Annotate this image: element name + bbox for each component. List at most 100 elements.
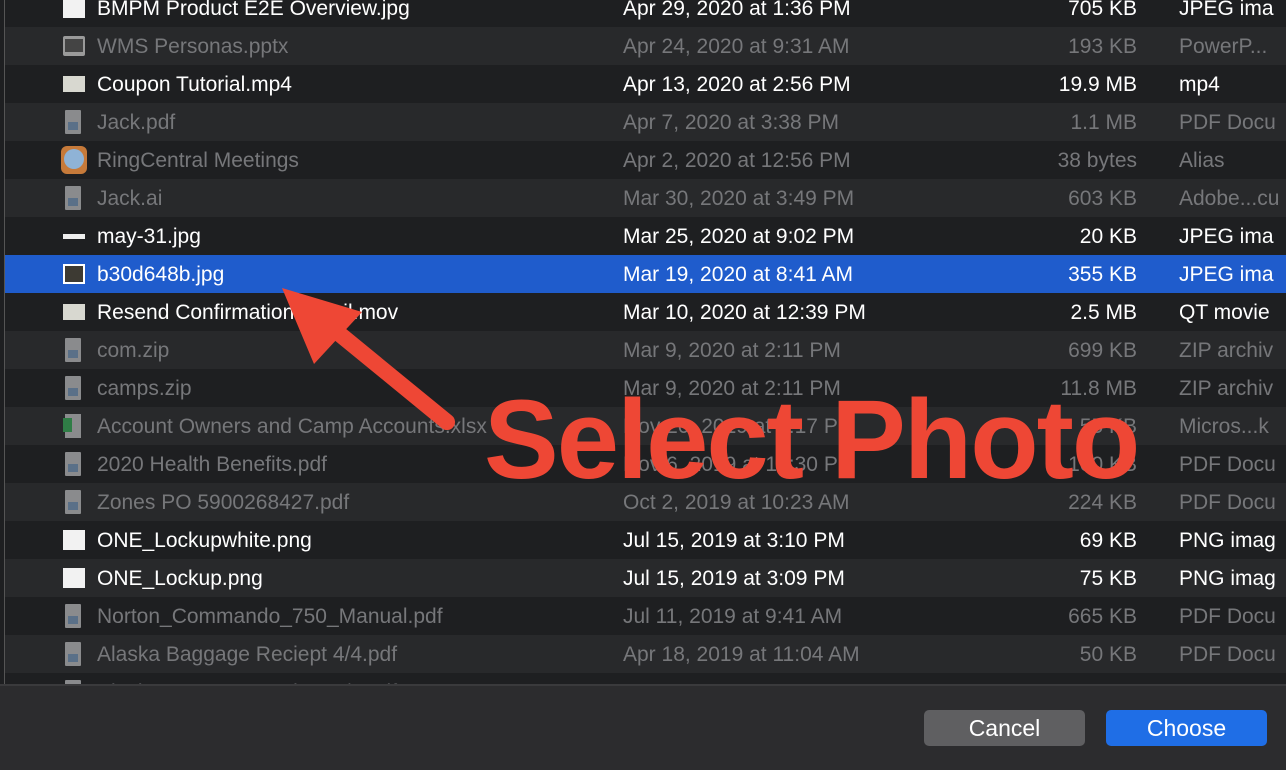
file-size: 603 KB (1068, 187, 1137, 210)
file-row: Jack.ai Mar 30, 2020 at 3:49 PM 603 KB Adob… (5, 179, 1286, 217)
file-name: Jack.pdf (97, 111, 176, 134)
cancel-button[interactable]: Cancel (924, 710, 1085, 746)
image-thumbnail-icon (59, 566, 87, 590)
file-size: 2.5 MB (1070, 301, 1137, 324)
pdf-document-icon (59, 490, 87, 514)
file-date-modified: Apr 7, 2020 at 3:38 PM (623, 111, 839, 134)
file-row: Alaska Baggage Reciept 1/2.pdfApr 18, 20… (5, 673, 1286, 684)
file-name: Account Owners and Camp Accounts.xlsx (97, 415, 487, 438)
file-row: WMS Personas.pptx Apr 24, 2020 at 9:31 AM… (5, 27, 1286, 65)
file-size: 19.9 MB (1058, 73, 1137, 96)
file-kind: PDF Docu (1179, 643, 1276, 666)
file-row[interactable]: Resend Confirmation Email.mov Mar 10, 202… (5, 293, 1286, 331)
file-name: may-31.jpg (97, 225, 201, 248)
file-row-selected[interactable]: b30d648b.jpg Mar 19, 2020 at 8:41 AM 355 K… (5, 255, 1286, 293)
file-date-modified: Apr 24, 2020 at 9:31 AM (623, 35, 850, 58)
file-date-modified: Mar 30, 2020 at 3:49 PM (623, 187, 855, 210)
image-thumbnail-icon (59, 528, 87, 552)
video-thumbnail-icon (59, 72, 87, 96)
file-name: ONE_Lockupwhite.png (97, 529, 312, 552)
file-date-modified: Apr 29, 2020 at 1:36 PM (623, 0, 851, 20)
pdf-document-icon (59, 110, 87, 134)
file-size: 20 KB (1079, 225, 1137, 248)
file-kind: Adobe...cu (1179, 187, 1280, 210)
file-kind: PDF Docu (1179, 453, 1276, 476)
photo-thumbnail-icon (59, 262, 87, 286)
file-date-modified: Mar 25, 2020 at 9:02 PM (623, 225, 855, 248)
file-row[interactable]: ONE_Lockupwhite.png Jul 15, 2019 at 3:10 … (5, 521, 1286, 559)
pdf-document-icon (59, 452, 87, 476)
file-kind: PDF Docu (1179, 111, 1276, 134)
file-row: Jack.pdf Apr 7, 2020 at 3:38 PM 1.1 MB PDF … (5, 103, 1286, 141)
file-kind: PDF Docu (1179, 491, 1276, 514)
file-kind: PNG imag (1179, 567, 1276, 590)
file-row: Norton_Commando_750_Manual.pdf Jul 11, 20… (5, 597, 1286, 635)
file-size: 38 bytes (1057, 149, 1137, 172)
file-name: ONE_Lockup.png (97, 567, 263, 590)
file-kind: PDF Docu (1179, 605, 1276, 628)
presentation-icon (59, 34, 87, 58)
file-size: 1.1 MB (1070, 111, 1137, 134)
pdf-document-icon (59, 604, 87, 628)
file-name: Coupon Tutorial.mp4 (97, 73, 292, 96)
file-size: 665 KB (1068, 605, 1137, 628)
file-row[interactable]: Coupon Tutorial.mp4 Apr 13, 2020 at 2:56 … (5, 65, 1286, 103)
file-date-modified: Apr 13, 2020 at 2:56 PM (623, 73, 851, 96)
file-name: Resend Confirmation Email.mov (97, 301, 399, 324)
file-kind: mp4 (1179, 73, 1220, 96)
zip-archive-icon (59, 376, 87, 400)
file-row: RingCentral Meetings Apr 2, 2020 at 12:56… (5, 141, 1286, 179)
file-kind: ZIP archiv (1179, 377, 1274, 400)
file-row: com.zip Mar 9, 2020 at 2:11 PM 699 KB ZIP a… (5, 331, 1286, 369)
file-name: camps.zip (97, 377, 192, 400)
file-kind: JPEG ima (1179, 225, 1274, 248)
file-date-modified: Jul 11, 2019 at 9:41 AM (623, 605, 843, 628)
file-date-modified: Apr 2, 2020 at 12:56 PM (623, 149, 851, 172)
file-date-modified: Apr 18, 2019 at 11:04 AM (623, 643, 860, 666)
file-name: WMS Personas.pptx (97, 35, 289, 58)
file-name: Zones PO 5900268427.pdf (97, 491, 350, 514)
file-size: 50 KB (1079, 643, 1137, 666)
file-row: Alaska Baggage Reciept 4/4.pdf Apr 18, 20… (5, 635, 1286, 673)
select-photo-callout: Select Photo (484, 377, 1140, 502)
file-kind: Alias (1179, 149, 1225, 172)
file-name: Alaska Baggage Reciept 4/4.pdf (97, 643, 398, 666)
file-kind: PNG imag (1179, 529, 1276, 552)
file-kind: ZIP archiv (1179, 339, 1274, 362)
ringcentral-app-icon (59, 146, 87, 174)
file-kind: JPEG ima (1179, 0, 1274, 20)
file-size: 75 KB (1079, 567, 1137, 590)
image-thumbnail-icon (59, 224, 87, 248)
file-list[interactable]: BMPM Product E2E Overview.jpg Apr 29, 202… (4, 0, 1286, 684)
dialog-footer: Cancel Choose (0, 684, 1286, 770)
zip-archive-icon (59, 338, 87, 362)
file-date-modified: Mar 10, 2020 at 12:39 PM (623, 301, 866, 324)
file-kind: PowerP... (1179, 35, 1268, 58)
pdf-document-icon (59, 642, 87, 666)
file-row[interactable]: ONE_Lockup.png Jul 15, 2019 at 3:09 PM 75 … (5, 559, 1286, 597)
file-name: com.zip (97, 339, 170, 362)
image-thumbnail-icon (59, 0, 87, 20)
file-date-modified: Jul 15, 2019 at 3:09 PM (623, 567, 845, 590)
file-kind: QT movie (1179, 301, 1270, 324)
file-row[interactable]: BMPM Product E2E Overview.jpg Apr 29, 202… (5, 0, 1286, 27)
choose-button[interactable]: Choose (1106, 710, 1267, 746)
file-kind: JPEG ima (1179, 263, 1274, 286)
file-size: 699 KB (1068, 339, 1137, 362)
file-date-modified: Mar 9, 2020 at 2:11 PM (623, 339, 841, 362)
file-size: 705 KB (1068, 0, 1137, 20)
file-date-modified: Mar 19, 2020 at 8:41 AM (623, 263, 853, 286)
file-name: BMPM Product E2E Overview.jpg (97, 0, 410, 20)
file-kind: Micros...k (1179, 415, 1269, 438)
file-date-modified: Jul 15, 2019 at 3:10 PM (623, 529, 845, 552)
file-name: Jack.ai (97, 187, 163, 210)
file-size: 69 KB (1079, 529, 1137, 552)
file-size: 193 KB (1068, 35, 1137, 58)
document-icon (59, 186, 87, 210)
file-row[interactable]: may-31.jpg Mar 25, 2020 at 9:02 PM 20 KB JP… (5, 217, 1286, 255)
file-name: 2020 Health Benefits.pdf (97, 453, 327, 476)
video-thumbnail-icon (59, 300, 87, 324)
file-size: 355 KB (1068, 263, 1137, 286)
file-name: b30d648b.jpg (97, 263, 225, 286)
file-name: RingCentral Meetings (97, 149, 299, 172)
